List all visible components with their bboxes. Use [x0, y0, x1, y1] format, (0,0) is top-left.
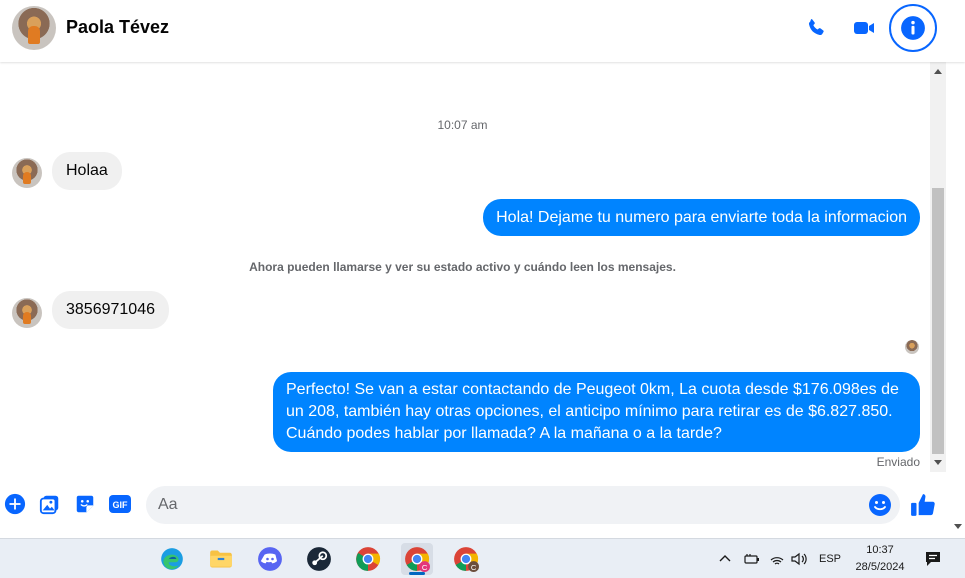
sent-status: Enviado: [876, 455, 920, 469]
contact-avatar[interactable]: [12, 6, 56, 50]
message-bubble-outgoing[interactable]: Hola! Dejame tu numero para enviarte tod…: [483, 199, 920, 236]
network-indicator[interactable]: [769, 539, 785, 578]
conversation-info-button[interactable]: [889, 4, 937, 52]
scroll-down-arrow-icon[interactable]: [954, 524, 962, 529]
audio-call-button[interactable]: [798, 10, 834, 46]
info-icon: [901, 16, 925, 40]
svg-text:GIF: GIF: [113, 500, 129, 510]
smiley-icon: [869, 494, 891, 516]
contact-name[interactable]: Paola Tévez: [66, 17, 169, 38]
input-language[interactable]: ESP: [819, 539, 841, 578]
video-camera-icon: [854, 22, 874, 34]
notification-center-button[interactable]: [924, 539, 942, 578]
chat-notice: Ahora pueden llamarse y ver su estado ac…: [249, 260, 676, 274]
chevron-up-icon: [719, 555, 731, 562]
gif-button[interactable]: GIF: [108, 492, 132, 516]
scroll-thumb[interactable]: [932, 188, 944, 454]
video-call-button[interactable]: [846, 10, 882, 46]
volume-indicator[interactable]: [791, 539, 809, 578]
thumbs-up-icon: [911, 494, 935, 516]
battery-plug-icon: [744, 554, 759, 564]
edge-icon: [161, 548, 183, 570]
page-scrollbar[interactable]: [950, 62, 965, 538]
wifi-icon: [770, 557, 784, 565]
battery-indicator[interactable]: [744, 539, 760, 578]
taskbar-discord[interactable]: [254, 543, 286, 575]
message-input[interactable]: [158, 486, 858, 524]
message-list[interactable]: 10:07 am Holaa Hola! Dejame tu numero pa…: [0, 62, 930, 472]
attach-media-button[interactable]: [38, 492, 62, 516]
contact-avatar-small[interactable]: [12, 298, 42, 328]
svg-text:C: C: [422, 563, 428, 572]
scroll-up-arrow-icon[interactable]: [934, 69, 942, 74]
taskbar-clock[interactable]: 10:37 28/5/2024: [842, 542, 918, 576]
message-composer: GIF: [0, 472, 950, 538]
contact-avatar-small[interactable]: [12, 158, 42, 188]
svg-text:C: C: [471, 563, 477, 572]
chrome-profile-c-icon: C: [454, 547, 479, 572]
message-bubble-outgoing[interactable]: Perfecto! Se van a estar contactando de …: [273, 372, 920, 452]
taskbar-chrome-profile[interactable]: C: [450, 543, 482, 575]
speaker-icon: [791, 552, 807, 566]
emoji-button[interactable]: [868, 493, 892, 517]
notification-icon: [926, 552, 940, 566]
messenger-window: Paola Tévez 10:07 am Holaa Hola! Dejame …: [0, 0, 965, 578]
sticker-button[interactable]: [73, 492, 97, 516]
taskbar-steam[interactable]: [303, 543, 335, 575]
message-bubble-incoming[interactable]: Holaa: [52, 152, 122, 190]
read-receipt-avatar: [905, 340, 919, 354]
message-bubble-incoming[interactable]: 3856971046: [52, 291, 169, 329]
more-actions-button[interactable]: [3, 492, 27, 516]
chrome-icon: [356, 547, 381, 571]
windows-taskbar: C C ESP 10:37 28/5/2024: [0, 538, 965, 578]
chrome-profile-c-icon: C: [405, 547, 430, 572]
scroll-down-arrow-icon[interactable]: [934, 460, 942, 465]
message-input-wrapper: [146, 486, 900, 524]
plus-circle-icon: [4, 493, 26, 515]
clock-time: 10:37: [866, 544, 894, 556]
taskbar-file-explorer[interactable]: [205, 543, 237, 575]
discord-icon: [258, 547, 282, 571]
phone-icon: [808, 19, 824, 36]
gif-icon: GIF: [109, 495, 131, 513]
steam-icon: [307, 547, 331, 571]
clock-date: 28/5/2024: [855, 561, 905, 573]
gallery-icon: [39, 495, 59, 515]
show-hidden-icons-button[interactable]: [718, 539, 732, 578]
conversation-header: Paola Tévez: [0, 0, 965, 62]
chat-scrollbar[interactable]: [930, 62, 946, 472]
send-like-button[interactable]: [910, 492, 938, 520]
sticker-icon: [76, 495, 94, 513]
taskbar-chrome-profile-active[interactable]: C: [401, 543, 433, 575]
message-timestamp: 10:07 am: [437, 118, 488, 132]
taskbar-edge[interactable]: [156, 543, 188, 575]
taskbar-chrome[interactable]: [352, 543, 384, 575]
file-explorer-icon: [210, 550, 232, 568]
